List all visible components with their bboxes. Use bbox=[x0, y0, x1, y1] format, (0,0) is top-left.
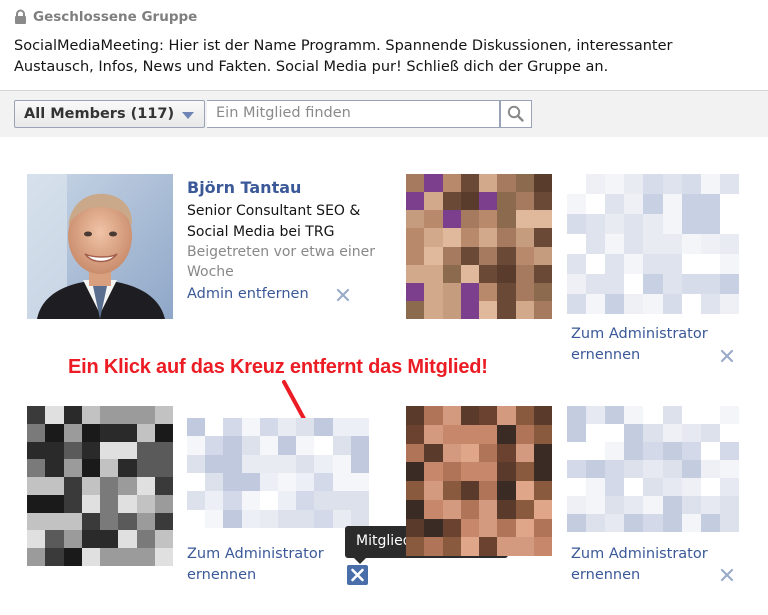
make-admin-link[interactable]: Zum Administrator ernennen bbox=[571, 544, 721, 586]
members-filter-dropdown[interactable]: All Members (117) bbox=[14, 100, 205, 128]
member-info-pixelated bbox=[567, 174, 739, 314]
member-avatar[interactable] bbox=[27, 406, 173, 566]
group-description: SocialMediaMeeting: Hier ist der Name Pr… bbox=[14, 38, 673, 75]
member-name-link[interactable]: Björn Tantau bbox=[187, 178, 301, 197]
make-admin-link[interactable]: Zum Administrator ernennen bbox=[571, 324, 721, 366]
make-admin-link[interactable]: Zum Administrator ernennen bbox=[187, 544, 337, 586]
close-icon[interactable] bbox=[720, 568, 734, 582]
chevron-down-icon bbox=[182, 112, 194, 119]
search-button[interactable] bbox=[500, 100, 532, 128]
close-icon[interactable] bbox=[336, 288, 350, 302]
member-joined-date: Beigetreten vor etwa einer Woche bbox=[187, 244, 375, 280]
member-title: Senior Consultant SEO & Social Media bei… bbox=[187, 203, 361, 240]
member-search-field[interactable] bbox=[207, 100, 500, 128]
group-privacy-label: Geschlossene Gruppe bbox=[33, 9, 198, 25]
lock-icon bbox=[15, 9, 26, 24]
member-info-pixelated bbox=[567, 406, 739, 532]
close-icon[interactable] bbox=[720, 349, 734, 363]
close-icon bbox=[351, 568, 364, 582]
member-search-input[interactable] bbox=[216, 105, 492, 121]
search-icon bbox=[507, 105, 524, 122]
member-avatar[interactable] bbox=[406, 406, 552, 556]
members-filter-label: All Members (117) bbox=[24, 106, 175, 122]
remove-admin-link[interactable]: Admin entfernen bbox=[187, 286, 309, 302]
tooltip-tail bbox=[354, 558, 366, 564]
member-avatar[interactable] bbox=[406, 174, 552, 319]
annotation-text: Ein Klick auf das Kreuz entfernt das Mit… bbox=[68, 356, 488, 378]
member-avatar[interactable] bbox=[27, 174, 173, 319]
remove-member-button[interactable] bbox=[347, 565, 368, 585]
member-info-pixelated bbox=[187, 418, 369, 528]
